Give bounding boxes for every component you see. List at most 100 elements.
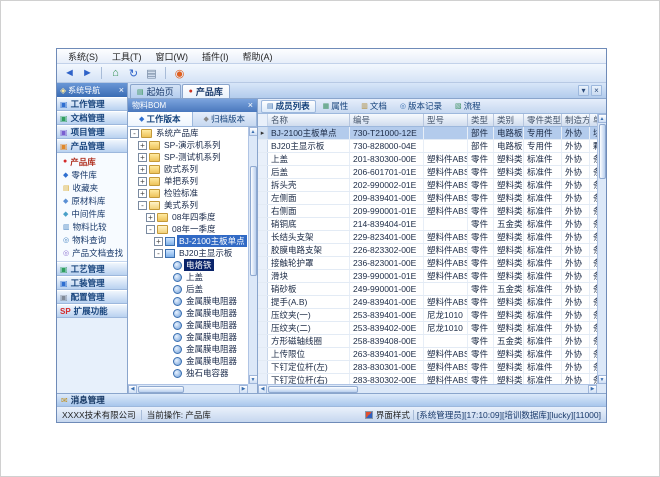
- table-row[interactable]: 硝砂板249-990001-00E零件五金类标准件外协条: [258, 283, 597, 296]
- column-header[interactable]: 编号: [350, 114, 424, 126]
- tree-node[interactable]: 后盖: [128, 283, 248, 295]
- group-extensions[interactable]: SP扩展功能: [57, 304, 127, 318]
- refresh-icon[interactable]: ↻: [126, 66, 141, 81]
- back-icon[interactable]: ◄: [62, 66, 77, 81]
- nav-item-material-query[interactable]: ◎物料查询: [57, 233, 127, 246]
- tree-node[interactable]: 上盖: [128, 271, 248, 283]
- nav-item-intermediate-parts[interactable]: ◆中间件库: [57, 207, 127, 220]
- tree-node[interactable]: -美式系列: [128, 199, 248, 211]
- table-row[interactable]: 下钉定位杆(左)283-830301-00E塑料件ABS零件塑料类标准件外协条: [258, 361, 597, 374]
- tab-properties[interactable]: ▦属性: [317, 100, 355, 113]
- scrollbar-thumb[interactable]: [268, 386, 358, 393]
- table-row[interactable]: 上盖201-830300-00E塑料件ABS零件塑料类标准件外协条: [258, 153, 597, 166]
- tree-node[interactable]: +检验标准: [128, 187, 248, 199]
- scroll-up-icon[interactable]: ▲: [249, 127, 258, 136]
- table-row[interactable]: BJ20主显示板730-828000-04E部件电路板专用件外协颗: [258, 140, 597, 153]
- tree-node[interactable]: +BJ-2100主板单点: [128, 235, 248, 247]
- grid-vertical-scrollbar[interactable]: ▲ ▼: [597, 114, 606, 384]
- group-configuration-management[interactable]: ▣配置管理: [57, 290, 127, 304]
- message-panel-header[interactable]: ✉ 消息管理: [57, 393, 606, 406]
- grid-horizontal-scrollbar[interactable]: ◀ ▶: [258, 384, 597, 393]
- table-row[interactable]: 下钉定位杆(右)283-830302-00E塑料件ABS零件塑料类标准件外协条: [258, 374, 597, 384]
- tree-expander-icon[interactable]: -: [138, 201, 147, 210]
- menu-window[interactable]: 窗口(W): [150, 49, 195, 64]
- scroll-down-icon[interactable]: ▼: [249, 375, 258, 384]
- menu-tools[interactable]: 工具(T): [106, 49, 148, 64]
- tree-node[interactable]: 金属膜电阻器: [128, 343, 248, 355]
- nav-item-parts-library[interactable]: ◆零件库: [57, 168, 127, 181]
- column-header[interactable]: 类型: [468, 114, 494, 126]
- nav-item-favorites[interactable]: ▤收藏夹: [57, 181, 127, 194]
- tree-node[interactable]: 电烙铁: [128, 259, 248, 271]
- scrollbar-thumb[interactable]: [138, 386, 184, 393]
- tab-documents[interactable]: ▥文档: [355, 100, 393, 113]
- forward-icon[interactable]: ►: [80, 66, 95, 81]
- scrollbar-thumb[interactable]: [250, 166, 257, 276]
- tree-expander-icon[interactable]: +: [138, 189, 147, 198]
- group-document-management[interactable]: ▣文档管理: [57, 111, 127, 125]
- menu-help[interactable]: 帮助(A): [237, 49, 279, 64]
- tree-node[interactable]: -BJ20主显示板: [128, 247, 248, 259]
- table-row[interactable]: 方形磁轴线圈258-839408-00E零件五金类标准件外协条: [258, 335, 597, 348]
- tree-expander-icon[interactable]: +: [138, 165, 147, 174]
- menu-system[interactable]: 系统(S): [62, 49, 104, 64]
- bom-close-icon[interactable]: ×: [248, 101, 253, 110]
- scroll-left-icon[interactable]: ◀: [128, 385, 137, 394]
- tree-node[interactable]: +SP-演示机系列: [128, 139, 248, 151]
- table-row[interactable]: 左侧面209-839401-00E塑料件ABS零件塑料类标准件外协条: [258, 192, 597, 205]
- scroll-right-icon[interactable]: ▶: [588, 385, 597, 394]
- table-row[interactable]: 压纹夹(二)253-839402-00E尼龙1010零件塑料类标准件外协条: [258, 322, 597, 335]
- list-icon[interactable]: ▤: [144, 66, 159, 81]
- table-row[interactable]: 右侧面209-990001-01E塑料件ABS零件塑料类标准件外协条: [258, 205, 597, 218]
- tab-working-version[interactable]: ◆工作版本: [128, 112, 193, 126]
- table-row[interactable]: 拆头壳202-990002-01E塑料件ABS零件塑料类标准件外协条: [258, 179, 597, 192]
- tab-archived-version[interactable]: ◆归档版本: [193, 112, 258, 126]
- column-header[interactable]: 名称: [268, 114, 350, 126]
- group-process-management[interactable]: ▣工艺管理: [57, 262, 127, 276]
- tree-expander-icon[interactable]: +: [138, 153, 147, 162]
- group-project-management[interactable]: ▣项目管理: [57, 125, 127, 139]
- table-row[interactable]: 长结头支架229-823401-00E塑料件ABS零件塑料类标准件外协条: [258, 231, 597, 244]
- tree-expander-icon[interactable]: -: [154, 249, 163, 258]
- nav-item-material-compare[interactable]: ▥物料比较: [57, 220, 127, 233]
- scroll-down-icon[interactable]: ▼: [598, 375, 607, 384]
- table-row[interactable]: 接触轮护罩236-823001-00E塑料件ABS零件塑料类标准件外协条: [258, 257, 597, 270]
- tree-expander-icon[interactable]: +: [138, 141, 147, 150]
- group-tooling-management[interactable]: ▣工装管理: [57, 276, 127, 290]
- tab-dropdown-icon[interactable]: ▾: [578, 85, 589, 96]
- column-header[interactable]: 类别: [494, 114, 524, 126]
- tree-node[interactable]: 金属膜电阻器: [128, 331, 248, 343]
- column-header[interactable]: 型号: [424, 114, 468, 126]
- scrollbar-thumb[interactable]: [599, 124, 606, 179]
- nav-item-product-doc-search[interactable]: ◎产品文档查找: [57, 246, 127, 259]
- tab-close-icon[interactable]: ×: [591, 85, 602, 96]
- nav-item-product-library[interactable]: ●产品库: [57, 155, 127, 168]
- tree-node[interactable]: 金属膜电阻器: [128, 355, 248, 367]
- interface-style-label[interactable]: 界面样式: [376, 409, 410, 421]
- table-row[interactable]: ▸BJ-2100主板单点730-T21000-12E部件电路板专用件外协块: [258, 127, 597, 140]
- menu-plugins[interactable]: 插件(I): [196, 49, 235, 64]
- exit-icon[interactable]: ◉: [172, 66, 187, 81]
- table-row[interactable]: 上传限位263-839401-00E塑料件ABS零件塑料类标准件外协条: [258, 348, 597, 361]
- tree-node[interactable]: +08年四季度: [128, 211, 248, 223]
- tree-node[interactable]: 独石电容器: [128, 367, 248, 379]
- tree-node[interactable]: +SP-测试机系列: [128, 151, 248, 163]
- tree-horizontal-scrollbar[interactable]: ◀ ▶: [128, 384, 248, 393]
- table-row[interactable]: 提手(A.B)249-839401-00E塑料件ABS零件塑料类标准件外协条: [258, 296, 597, 309]
- tree-node[interactable]: 金属膜电阻器: [128, 295, 248, 307]
- scroll-up-icon[interactable]: ▲: [598, 114, 607, 123]
- table-row[interactable]: 硝铜底214-839404-01E零件五金类标准件外协条: [258, 218, 597, 231]
- scroll-left-icon[interactable]: ◀: [258, 385, 267, 394]
- column-header[interactable]: 零件类型: [524, 114, 562, 126]
- home-icon[interactable]: ⌂: [108, 66, 123, 81]
- sidebar-close-icon[interactable]: ×: [119, 86, 124, 95]
- table-row[interactable]: 胶膜电路支架226-823302-00E塑料件ABS零件塑料类标准件外协条: [258, 244, 597, 257]
- tab-member-list[interactable]: ▤成员列表: [261, 100, 316, 113]
- column-header[interactable]: 单位: [590, 114, 597, 126]
- tree-expander-icon[interactable]: +: [138, 177, 147, 186]
- tree-node[interactable]: -系统产品库: [128, 127, 248, 139]
- tree-expander-icon[interactable]: -: [130, 129, 139, 138]
- group-product-management[interactable]: ▣产品管理: [57, 139, 127, 153]
- tab-product-library[interactable]: ●产品库: [182, 84, 230, 98]
- group-work-management[interactable]: ▣工作管理: [57, 97, 127, 111]
